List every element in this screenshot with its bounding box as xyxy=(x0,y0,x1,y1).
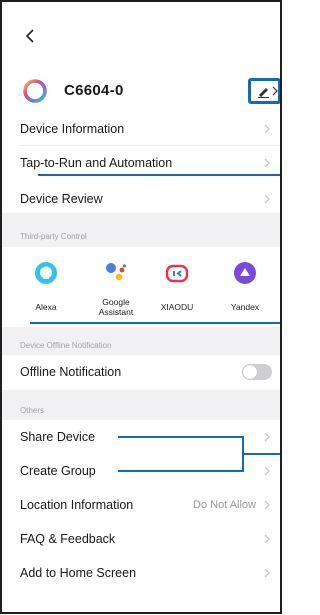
device-review-row[interactable]: Device Review xyxy=(2,182,280,216)
annotation-line xyxy=(118,470,244,472)
others-section-label: Others xyxy=(20,406,45,415)
third-party-section-label: Third-party Control xyxy=(20,232,87,241)
third-party-group: Alexa Google Assistant XIAODU Yandex xyxy=(2,247,280,327)
alexa-icon xyxy=(35,262,57,284)
device-name: C6604-0 xyxy=(64,82,124,99)
location-information-value: Do Not Allow xyxy=(193,499,256,511)
device-information-label: Device Information xyxy=(20,122,125,136)
create-group-label: Create Group xyxy=(20,464,96,478)
device-settings-screen: C6604-0 Device Information Tap-to-Run an… xyxy=(0,0,282,614)
edit-button[interactable] xyxy=(248,78,280,104)
chevron-right-icon xyxy=(264,194,270,204)
offline-section-label: Device Offline Notification xyxy=(20,341,112,350)
chevron-right-icon xyxy=(264,466,270,476)
others-group: Share Device Create Group Location Infor… xyxy=(2,420,280,612)
offline-notification-toggle[interactable] xyxy=(242,364,272,380)
annotation-line xyxy=(118,436,244,438)
chevron-right-icon xyxy=(264,568,270,578)
chevron-right-icon xyxy=(272,86,278,96)
add-to-home-label: Add to Home Screen xyxy=(20,566,137,580)
device-information-row[interactable]: Device Information xyxy=(2,112,280,146)
offline-notification-row: Offline Notification xyxy=(2,355,280,389)
device-options-group: Device Information Tap-to-Run and Automa… xyxy=(2,110,280,213)
xiaodu-icon xyxy=(165,264,189,283)
header: C6604-0 xyxy=(2,2,280,110)
chevron-right-icon xyxy=(264,158,270,168)
faq-feedback-label: FAQ & Feedback xyxy=(20,532,116,546)
share-device-label: Share Device xyxy=(20,430,96,444)
annotation-line xyxy=(30,322,280,324)
yandex-icon xyxy=(234,262,256,284)
xiaodu-item[interactable]: XIAODU xyxy=(149,260,205,312)
chevron-left-icon xyxy=(25,29,34,43)
faq-feedback-row[interactable]: FAQ & Feedback xyxy=(2,522,280,556)
offline-group: Offline Notification xyxy=(2,355,280,390)
google-assistant-item[interactable]: Google Assistant xyxy=(88,260,144,317)
alexa-item[interactable]: Alexa xyxy=(18,260,74,312)
device-ring-icon xyxy=(23,79,47,103)
google-assistant-icon xyxy=(106,263,127,281)
alexa-label: Alexa xyxy=(35,302,57,312)
device-review-label: Device Review xyxy=(20,192,103,206)
chevron-right-icon xyxy=(264,432,270,442)
pencil-icon xyxy=(258,87,269,98)
tap-to-run-label: Tap-to-Run and Automation xyxy=(20,156,173,170)
annotation-line xyxy=(242,453,280,455)
yandex-label: Yandex xyxy=(230,302,260,312)
back-button[interactable] xyxy=(20,26,40,46)
xiaodu-label: XIAODU xyxy=(160,302,194,312)
location-information-row[interactable]: Location Information Do Not Allow xyxy=(2,488,280,522)
toggle-knob xyxy=(243,365,257,379)
chevron-right-icon xyxy=(264,500,270,510)
add-to-home-row[interactable]: Add to Home Screen xyxy=(2,556,280,590)
location-information-label: Location Information xyxy=(20,498,134,512)
offline-notification-label: Offline Notification xyxy=(20,365,122,379)
annotation-line xyxy=(38,174,280,176)
chevron-right-icon xyxy=(264,534,270,544)
google-assistant-label: Google Assistant xyxy=(98,297,134,317)
chevron-right-icon xyxy=(264,124,270,134)
yandex-item[interactable]: Yandex xyxy=(217,260,273,312)
